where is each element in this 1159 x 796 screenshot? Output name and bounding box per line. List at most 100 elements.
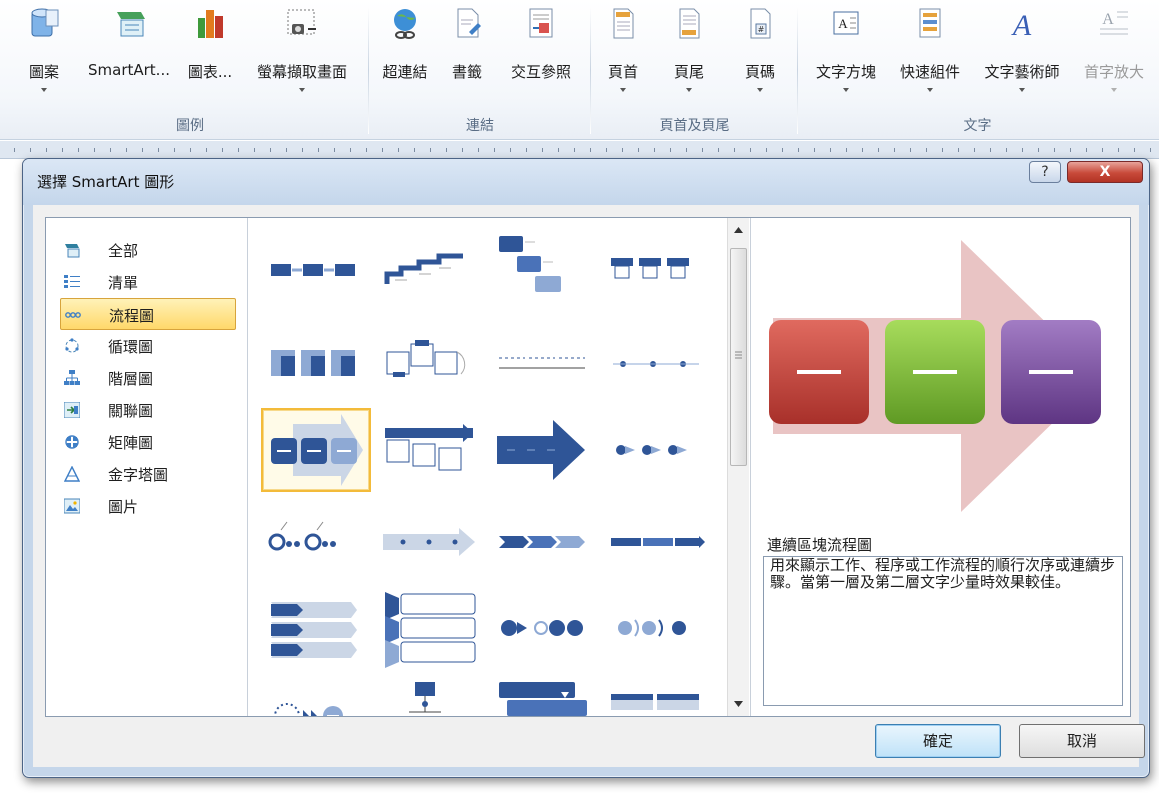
layout-thumbnail[interactable] <box>261 500 371 584</box>
bookmark-button[interactable]: 書籤 <box>440 0 494 102</box>
layout-thumbnail-selected[interactable] <box>261 408 371 492</box>
layout-thumbnail[interactable] <box>603 322 713 406</box>
category-all[interactable]: 全部 <box>60 234 236 266</box>
ruler-tick <box>734 148 735 152</box>
text-box-button[interactable]: A 文字方塊 <box>806 0 886 102</box>
quick-parts-label: 快速組件 <box>899 63 960 81</box>
layout-thumbnail[interactable] <box>603 500 713 584</box>
scroll-down-arrow-icon[interactable] <box>728 692 749 716</box>
category-cycle[interactable]: 循環圖 <box>60 330 236 362</box>
layout-thumbnail[interactable] <box>489 500 599 584</box>
close-button[interactable]: X <box>1067 161 1143 183</box>
category-label: 循環圖 <box>108 338 154 356</box>
ruler-tick <box>206 148 207 152</box>
svg-text:A: A <box>1102 11 1114 28</box>
group-separator <box>590 6 591 134</box>
layout-thumbnail[interactable] <box>489 586 599 670</box>
ok-button[interactable]: 確定 <box>875 724 1001 758</box>
ruler-tick <box>750 148 751 152</box>
category-pyramid[interactable]: 金字塔圖 <box>60 458 236 490</box>
category-list-layouts[interactable]: 清單 <box>60 266 236 298</box>
category-matrix[interactable]: 矩陣圖 <box>60 426 236 458</box>
dialog-panels: 全部 清單 流程圖 循環圖 階層圖 關聯圖 矩陣圖 金字塔圖 圖片 連續區塊流程… <box>45 217 1131 717</box>
header-button[interactable]: 頁首 <box>598 0 648 102</box>
list-icon <box>64 275 80 288</box>
ruler-tick <box>862 148 863 152</box>
drop-cap-button[interactable]: A 首字放大 <box>1074 0 1154 102</box>
hyperlink-icon <box>394 9 416 39</box>
cancel-button[interactable]: 取消 <box>1019 724 1145 758</box>
group-label-links: 連結 <box>466 118 494 134</box>
ruler-tick <box>1150 148 1151 152</box>
layout-thumbnail[interactable] <box>375 322 485 406</box>
ruler-tick <box>414 148 415 152</box>
ruler[interactable] <box>0 141 1159 159</box>
preview-description: 用來顯示工作、程序或工作流程的順行次序或連續步驟。當第一層及第二層文字少量時效果… <box>763 556 1123 706</box>
layout-thumbnail[interactable] <box>489 672 599 716</box>
layout-thumbnail[interactable] <box>375 408 485 492</box>
chart-button[interactable]: 圖表... <box>180 0 240 102</box>
ruler-tick <box>686 148 687 152</box>
page-number-icon: # <box>750 8 771 39</box>
shapes-button[interactable]: 圖案 <box>18 0 70 102</box>
quick-parts-button[interactable]: 快速組件 <box>890 0 970 102</box>
group-label-illustrations: 圖例 <box>176 118 204 134</box>
category-relationship[interactable]: 關聯圖 <box>60 394 236 426</box>
dialog-titlebar[interactable]: 選擇 SmartArt 圖形 ? X <box>23 159 1149 205</box>
layout-thumbnail[interactable] <box>603 228 713 312</box>
shapes-dropdown-arrow <box>41 88 47 92</box>
page-number-label: 頁碼 <box>744 63 775 81</box>
category-hierarchy[interactable]: 階層圖 <box>60 362 236 394</box>
quick-parts-icon <box>919 8 941 38</box>
category-picture[interactable]: 圖片 <box>60 490 236 522</box>
help-button[interactable]: ? <box>1029 161 1061 183</box>
gallery-scrollbar[interactable] <box>727 218 749 716</box>
ruler-tick <box>590 148 591 152</box>
ruler-tick <box>830 148 831 152</box>
ruler-tick <box>302 148 303 152</box>
pyramid-icon <box>64 466 80 482</box>
ruler-tick <box>574 148 575 152</box>
layout-thumbnail[interactable] <box>375 228 485 312</box>
layout-thumbnail[interactable] <box>375 500 485 584</box>
group-label-text: 文字 <box>963 118 992 134</box>
ruler-tick <box>398 148 399 152</box>
wordart-button[interactable]: A 文字藝術師 <box>974 0 1070 102</box>
category-label: 金字塔圖 <box>108 466 169 484</box>
footer-button[interactable]: 頁尾 <box>664 0 714 102</box>
layout-thumbnail[interactable] <box>261 322 371 406</box>
hyperlink-button[interactable]: 超連結 <box>374 0 436 102</box>
scrollbar-thumb[interactable] <box>730 248 747 466</box>
ruler-tick <box>798 148 799 152</box>
shapes-label: 圖案 <box>28 63 59 81</box>
layout-thumbnail[interactable] <box>261 586 371 670</box>
scroll-up-arrow-icon[interactable] <box>728 218 749 242</box>
screenshot-label: 螢幕擷取畫面 <box>256 63 347 81</box>
basic-process-thumb <box>271 264 355 276</box>
layout-thumbnail[interactable] <box>489 408 599 492</box>
layout-thumbnail[interactable] <box>603 408 713 492</box>
smartart-button[interactable]: SmartArt... <box>80 0 178 102</box>
screenshot-button[interactable]: 螢幕擷取畫面 <box>242 0 362 102</box>
layout-thumbnail[interactable] <box>489 228 599 312</box>
cross-reference-button[interactable]: 交互參照 <box>498 0 584 102</box>
layout-thumbnail[interactable] <box>375 672 485 716</box>
layout-thumbnail[interactable] <box>489 322 599 406</box>
smartart-icon <box>117 12 145 37</box>
group-label-header-footer: 頁首及頁尾 <box>659 118 730 134</box>
ruler-tick <box>1102 148 1103 152</box>
category-process[interactable]: 流程圖 <box>60 298 236 330</box>
ruler-tick <box>334 148 335 152</box>
layout-thumbnail[interactable] <box>261 672 371 716</box>
ruler-tick <box>46 148 47 152</box>
ruler-tick <box>702 148 703 152</box>
chart-icon <box>198 10 223 38</box>
layout-thumbnail[interactable] <box>603 672 713 716</box>
cross-reference-icon <box>529 8 553 38</box>
ruler-tick <box>366 148 367 152</box>
layout-thumbnail[interactable] <box>261 228 371 312</box>
page-number-button[interactable]: # 頁碼 <box>730 0 790 102</box>
layout-thumbnail[interactable] <box>603 586 713 670</box>
layout-thumbnail[interactable] <box>375 586 485 670</box>
ruler-tick <box>1134 148 1135 152</box>
